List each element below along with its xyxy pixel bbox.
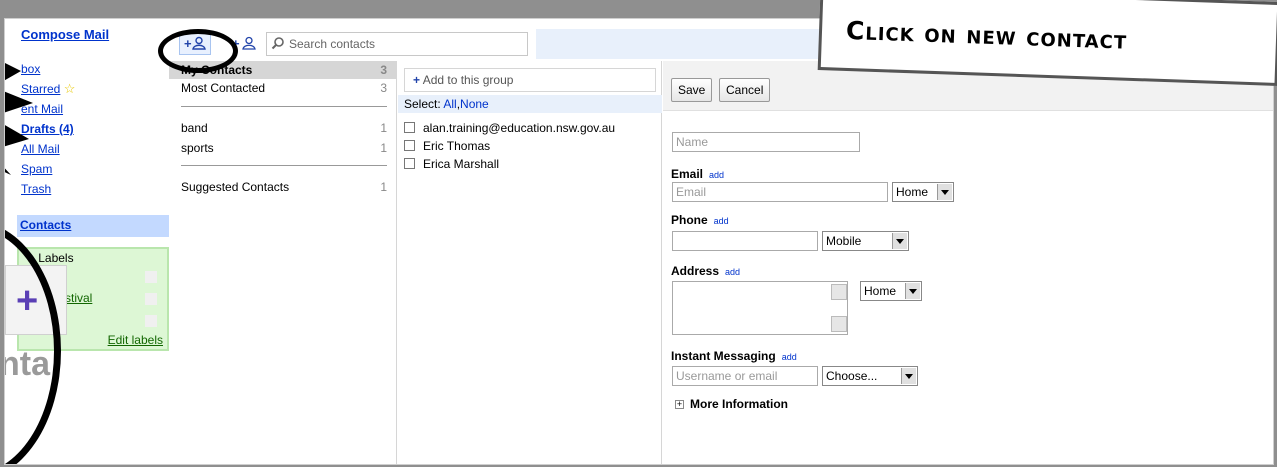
contact-name[interactable]: Eric Thomas: [423, 139, 490, 153]
contact-name[interactable]: alan.training@education.nsw.gov.au: [423, 121, 615, 135]
star-icon: ☆: [63, 81, 76, 96]
contact-checkbox[interactable]: [404, 140, 415, 151]
divider: [181, 106, 387, 107]
contact-checkbox[interactable]: [404, 122, 415, 133]
chevron-down-icon: [937, 184, 952, 200]
annotation-circle-new-contact: [158, 29, 238, 73]
starburst-annotation: [5, 63, 33, 175]
contact-checkbox[interactable]: [404, 158, 415, 169]
group-name: band: [181, 121, 208, 135]
search-contacts-input[interactable]: Search contacts: [266, 32, 528, 56]
address-field[interactable]: [672, 281, 848, 335]
address-type-select[interactable]: Home: [860, 281, 922, 301]
more-information-label: More Information: [690, 397, 788, 411]
im-add-link[interactable]: add: [782, 352, 797, 362]
nav-item-contacts[interactable]: Contacts: [17, 215, 169, 237]
email-label-text: Email: [671, 167, 704, 181]
phone-type-select[interactable]: Mobile: [822, 231, 909, 251]
label-color-swatch[interactable]: [145, 315, 157, 327]
group-name: Suggested Contacts: [181, 180, 290, 194]
im-type-value: Choose...: [826, 369, 878, 383]
group-sports[interactable]: sports 1: [181, 139, 387, 157]
im-username-field[interactable]: Username or email: [672, 366, 818, 386]
address-add-link[interactable]: add: [725, 267, 740, 277]
nav-item-trash[interactable]: Trash: [21, 182, 51, 196]
select-bar: Select: All,None: [398, 95, 662, 113]
search-icon: [271, 37, 284, 50]
address-label-text: Address: [671, 264, 720, 278]
instant-messaging-label: Instant Messaging add: [671, 349, 797, 363]
add-to-group-label: Add to this group: [422, 73, 514, 87]
group-name: Most Contacted: [181, 81, 266, 95]
email-type-value: Home: [896, 185, 929, 199]
group-name: sports: [181, 141, 214, 155]
search-placeholder: Search contacts: [289, 37, 376, 51]
contacts-link[interactable]: Contacts: [20, 218, 71, 232]
label-color-swatch[interactable]: [145, 271, 157, 283]
list-item[interactable]: alan.training@education.nsw.gov.au: [404, 119, 615, 137]
list-item[interactable]: Erica Marshall: [404, 155, 499, 173]
app-window: Compose Mail box Starred ☆ ent Mail Draf…: [4, 18, 1274, 465]
select-label: Select:: [404, 97, 441, 111]
toolbar-strip: [536, 29, 826, 59]
expand-icon: +: [675, 399, 684, 409]
email-label: Email add: [671, 167, 724, 181]
group-most-contacted[interactable]: Most Contacted 3: [181, 79, 387, 97]
phone-label: Phone add: [671, 213, 729, 227]
add-to-group-button[interactable]: + Add to this group: [404, 68, 656, 92]
chevron-down-icon: [892, 233, 907, 249]
people-icon: [241, 36, 256, 50]
group-band[interactable]: band 1: [181, 119, 387, 137]
contact-list-column: + Add to this group Select: All,None ala…: [398, 61, 662, 464]
group-suggested-contacts[interactable]: Suggested Contacts 1: [181, 178, 387, 196]
chevron-down-icon: [901, 368, 916, 384]
email-field[interactable]: Email: [672, 182, 888, 202]
scroll-down-icon[interactable]: [831, 316, 847, 332]
compose-mail-link[interactable]: Compose Mail: [21, 27, 109, 42]
group-count: 1: [380, 121, 387, 135]
address-label: Address add: [671, 264, 740, 278]
email-add-link[interactable]: add: [709, 170, 724, 180]
callout-text: Click on new contact: [845, 15, 1128, 55]
select-none-link[interactable]: None: [460, 97, 489, 111]
im-type-select[interactable]: Choose...: [822, 366, 918, 386]
phone-add-link[interactable]: add: [714, 216, 729, 226]
group-count: 3: [380, 81, 387, 95]
save-button[interactable]: Save: [671, 78, 713, 102]
divider: [181, 165, 387, 166]
labels-header-text: Labels: [38, 251, 74, 265]
groups-column: My Contacts 3 Most Contacted 3 band 1 sp…: [169, 61, 397, 464]
label-color-swatch[interactable]: [145, 293, 157, 305]
list-item[interactable]: Eric Thomas: [404, 137, 490, 155]
chevron-down-icon: [905, 283, 920, 299]
plus-icon: +: [413, 73, 421, 87]
im-label-text: Instant Messaging: [671, 349, 776, 363]
contact-name[interactable]: Erica Marshall: [423, 157, 499, 171]
group-count: 1: [380, 141, 387, 155]
name-field[interactable]: Name: [672, 132, 860, 152]
address-type-value: Home: [864, 284, 897, 298]
phone-type-value: Mobile: [826, 234, 862, 248]
group-count: 1: [380, 180, 387, 194]
edit-labels-link[interactable]: Edit labels: [108, 333, 163, 347]
new-contact-form: Save Cancel Name Email add Email Home Pho…: [663, 61, 1273, 464]
select-all-link[interactable]: All: [443, 97, 456, 111]
email-type-select[interactable]: Home: [892, 182, 954, 202]
phone-field[interactable]: [672, 231, 818, 251]
group-count: 3: [380, 63, 387, 77]
phone-label-text: Phone: [671, 213, 708, 227]
more-information-toggle[interactable]: + More Information: [675, 397, 788, 411]
cancel-button[interactable]: Cancel: [719, 78, 771, 102]
scroll-up-icon[interactable]: [831, 284, 847, 300]
